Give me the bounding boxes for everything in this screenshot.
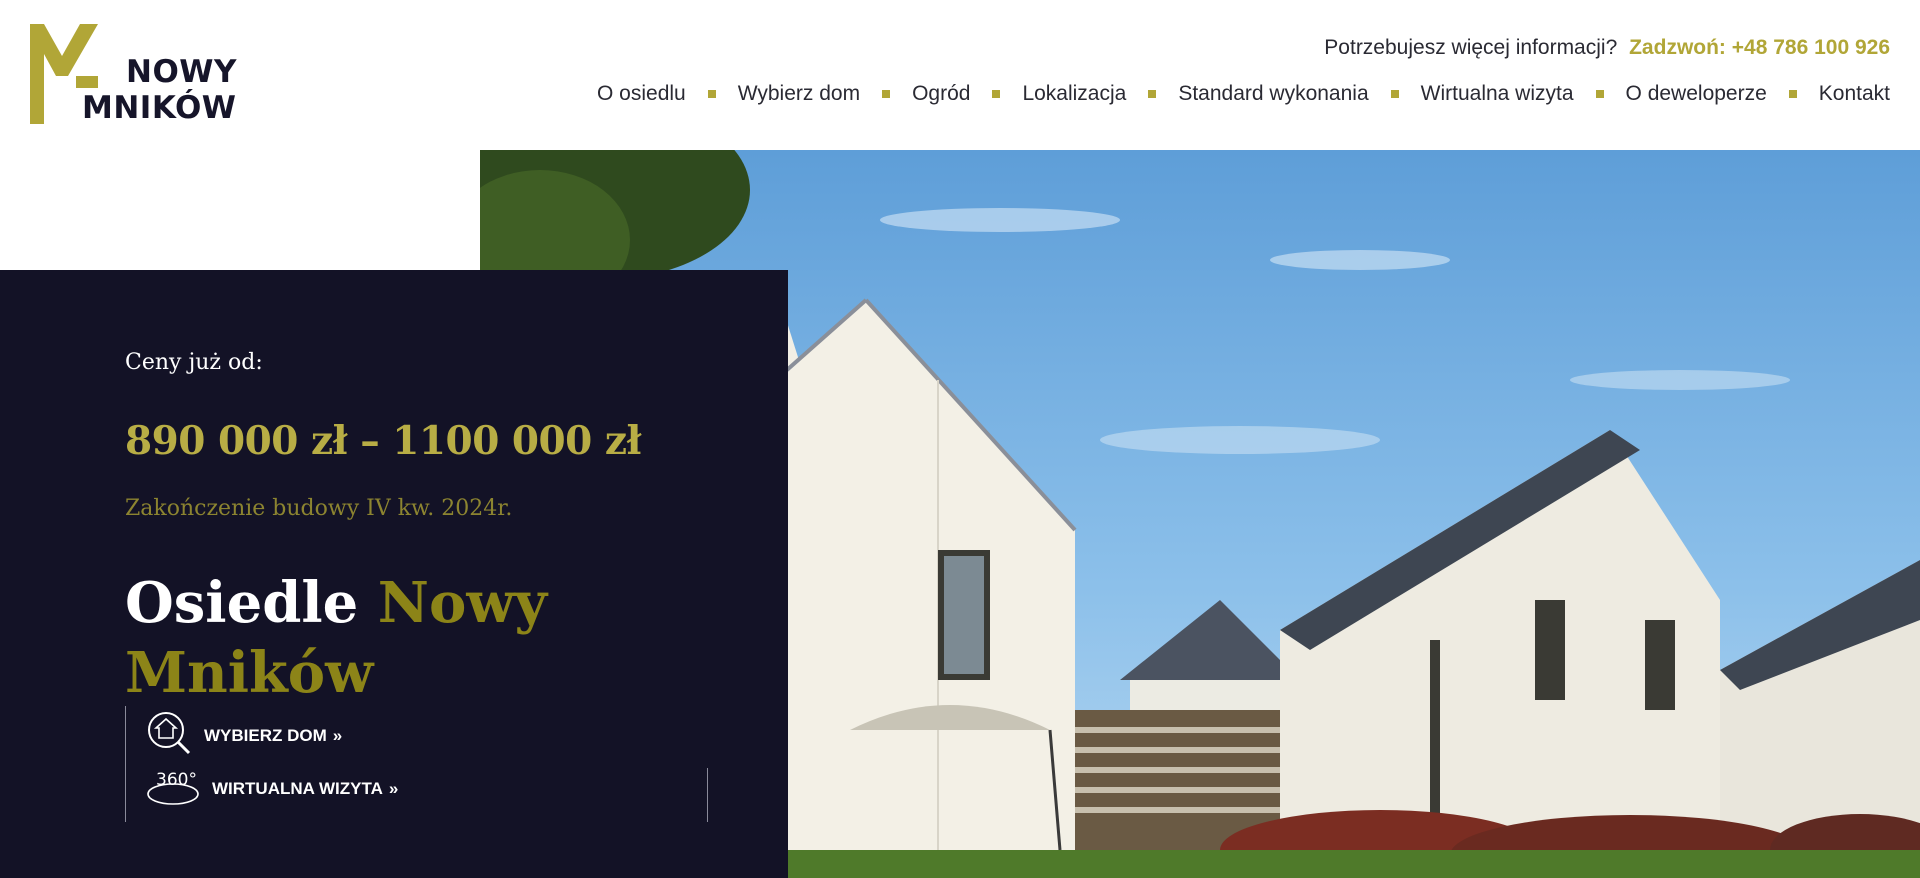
nav-item-ogrod[interactable]: Ogród: [912, 82, 970, 106]
hero-title: Osiedle Nowy Mników: [125, 568, 605, 708]
nav-item-standard[interactable]: Standard wykonania: [1178, 82, 1368, 106]
360-icon: 360°: [146, 770, 200, 808]
nav-separator: [992, 90, 1001, 98]
virtual-tour-button[interactable]: 360° WIRTUALNA WIZYTA »: [146, 770, 398, 808]
nav-item-lokalizacja[interactable]: Lokalizacja: [1022, 82, 1126, 106]
logo[interactable]: NOWY MNIKÓW: [30, 24, 250, 128]
nav-separator: [1788, 90, 1797, 98]
logo-text: NOWY MNIKÓW: [82, 54, 237, 126]
nav-item-kontakt[interactable]: Kontakt: [1819, 82, 1890, 106]
virtual-tour-label: WIRTUALNA WIZYTA: [212, 779, 383, 798]
nav-item-o-osiedlu[interactable]: O osiedlu: [597, 82, 686, 106]
nav-item-wirtualna-wizyta[interactable]: Wirtualna wizyta: [1421, 82, 1574, 106]
logo-line-2: MNIKÓW: [82, 90, 237, 126]
nav-separator: [1148, 90, 1157, 98]
nav-item-o-deweloperze[interactable]: O deweloperze: [1626, 82, 1767, 106]
nav-item-wybierz-dom[interactable]: Wybierz dom: [738, 82, 860, 106]
nav-separator: [1390, 90, 1399, 98]
choose-house-label: WYBIERZ DOM: [204, 725, 327, 745]
house-search-icon: [146, 710, 192, 761]
hero-title-white: Osiedle: [125, 570, 359, 636]
nav-separator: [1595, 90, 1604, 98]
nav-separator: [882, 90, 891, 98]
phone-link[interactable]: Zadzwoń: +48 786 100 926: [1629, 36, 1890, 59]
price-range: 890 000 zł – 1100 000 zł: [125, 418, 642, 464]
360-label: 360°: [156, 770, 197, 790]
nav-separator: [707, 90, 716, 98]
double-chevron-icon: »: [388, 779, 399, 798]
info-question: Potrzebujesz więcej informacji?: [1324, 36, 1618, 59]
contact-bar: Potrzebujesz więcej informacji? Zadzwoń:…: [1324, 36, 1890, 60]
hero-panel: Ceny już od: 890 000 zł – 1100 000 zł Za…: [0, 270, 788, 878]
cta-group: WYBIERZ DOM » 360° WIRTUALNA WIZYTA »: [125, 706, 708, 822]
price-label: Ceny już od:: [125, 350, 263, 375]
main-nav: O osiedlu Wybierz dom Ogród Lokalizacja …: [597, 82, 1890, 106]
completion-date: Zakończenie budowy IV kw. 2024r.: [125, 496, 513, 521]
divider: [707, 768, 708, 822]
choose-house-button[interactable]: WYBIERZ DOM »: [146, 710, 342, 761]
double-chevron-icon: »: [332, 725, 343, 745]
logo-line-1: NOWY: [126, 54, 237, 90]
